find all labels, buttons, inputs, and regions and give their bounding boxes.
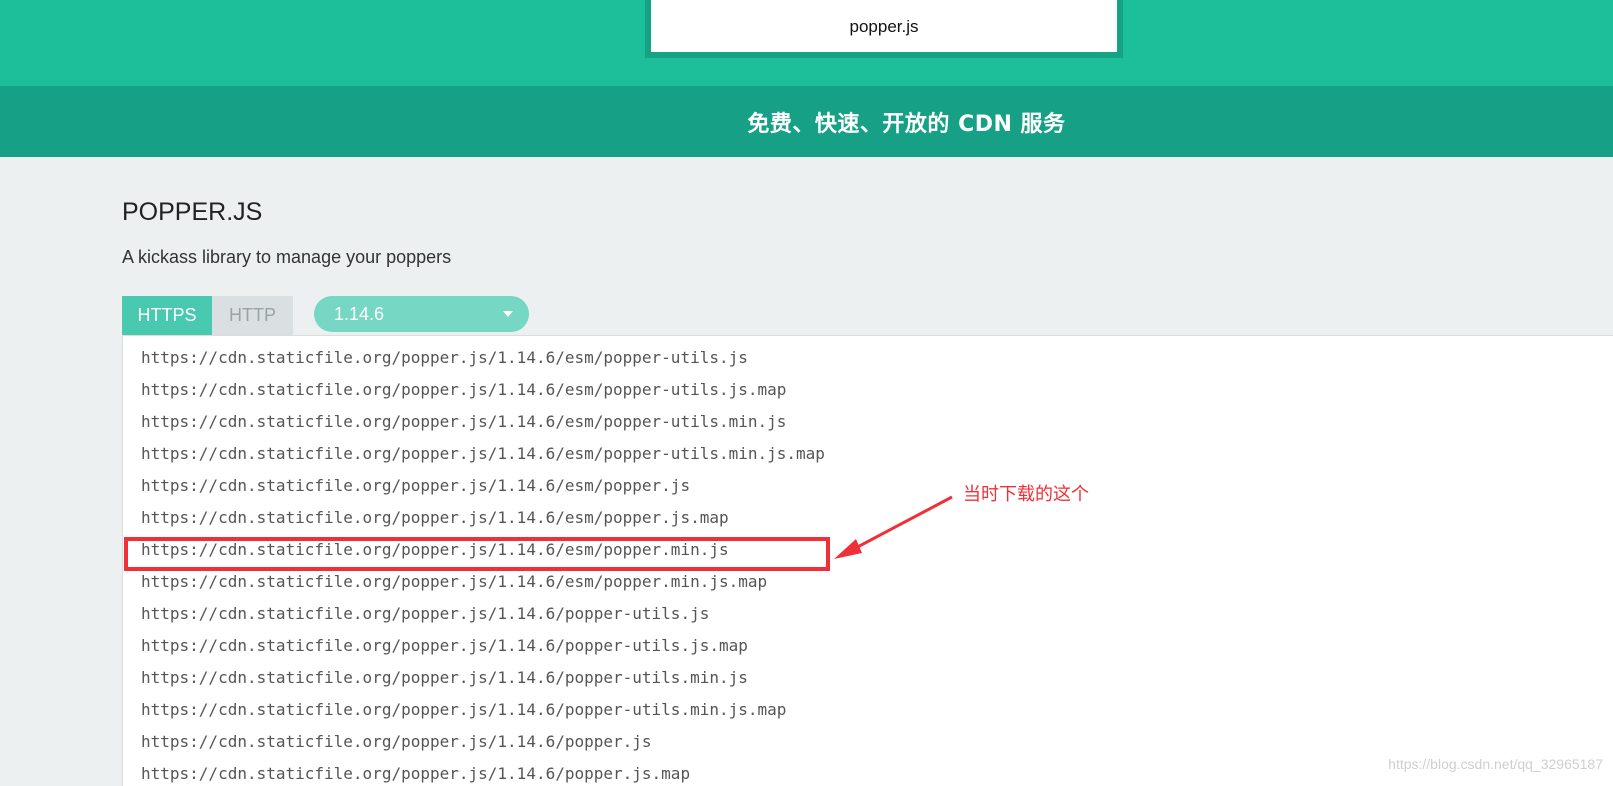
annotation-arrow-icon <box>834 495 953 559</box>
file-item[interactable]: https://cdn.staticfile.org/popper.js/1.1… <box>141 374 825 406</box>
file-item[interactable]: https://cdn.staticfile.org/popper.js/1.1… <box>141 694 825 726</box>
chevron-down-icon <box>503 311 513 317</box>
subtitle-bar: 免费、快速、开放的 CDN 服务 <box>0 86 1613 157</box>
version-select[interactable]: 1.14.6 <box>314 296 529 332</box>
file-item[interactable]: https://cdn.staticfile.org/popper.js/1.1… <box>141 758 825 786</box>
tab-https[interactable]: HTTPS <box>122 296 212 335</box>
file-item[interactable]: https://cdn.staticfile.org/popper.js/1.1… <box>141 406 825 438</box>
watermark: https://blog.csdn.net/qq_32965187 <box>1388 756 1603 772</box>
site-slogan: 免费、快速、开放的 CDN 服务 <box>747 111 1066 137</box>
library-description: A kickass library to manage your poppers <box>122 247 452 267</box>
annotation-highlight-box <box>124 537 830 571</box>
file-item[interactable]: https://cdn.staticfile.org/popper.js/1.1… <box>141 502 825 534</box>
file-item[interactable]: https://cdn.staticfile.org/popper.js/1.1… <box>141 726 825 758</box>
file-item[interactable]: https://cdn.staticfile.org/popper.js/1.1… <box>141 630 825 662</box>
file-item[interactable]: https://cdn.staticfile.org/popper.js/1.1… <box>141 470 825 502</box>
search-box[interactable] <box>645 0 1123 58</box>
annotation-text: 当时下载的这个 <box>963 484 1089 505</box>
tab-http[interactable]: HTTP <box>212 296 293 335</box>
library-title: POPPER.JS <box>122 198 263 226</box>
file-item[interactable]: https://cdn.staticfile.org/popper.js/1.1… <box>141 662 825 694</box>
file-item[interactable]: https://cdn.staticfile.org/popper.js/1.1… <box>141 438 825 470</box>
search-input[interactable] <box>651 0 1117 52</box>
version-select-value: 1.14.6 <box>334 304 385 324</box>
file-item[interactable]: https://cdn.staticfile.org/popper.js/1.1… <box>141 342 825 374</box>
file-item[interactable]: https://cdn.staticfile.org/popper.js/1.1… <box>141 598 825 630</box>
top-banner <box>0 0 1613 86</box>
protocol-tabs: HTTPS HTTP <box>122 296 293 335</box>
